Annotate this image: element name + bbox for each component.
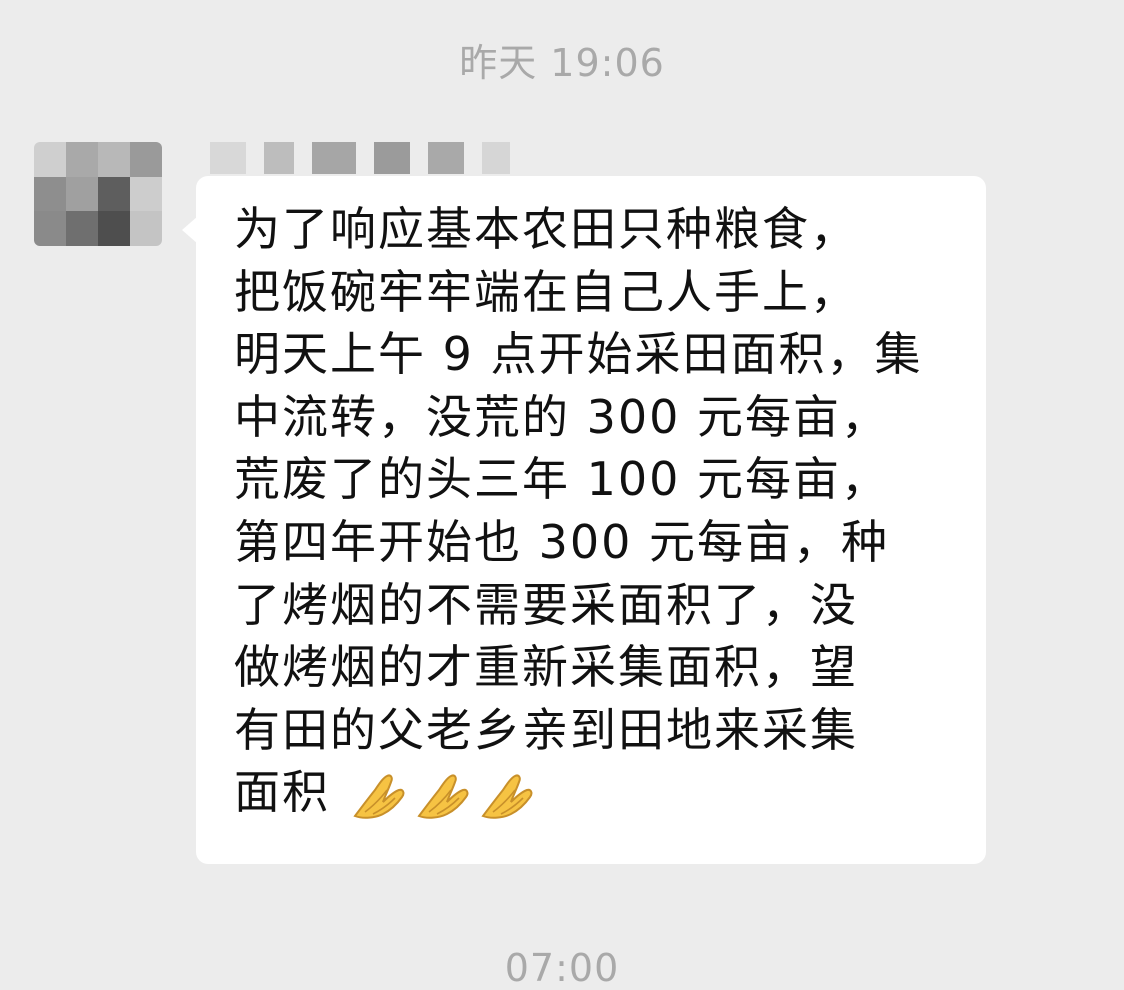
message-line: 为了响应基本农田只种粮食，	[234, 202, 858, 256]
message-line-last: 面积	[234, 761, 956, 824]
timestamp-bottom: 07:00	[504, 946, 620, 990]
message-line: 做烤烟的才重新采集面积，望	[234, 640, 858, 695]
folded-hands-icon	[353, 774, 405, 819]
message-line-text: 面积	[234, 765, 330, 820]
message-line: 明天上午 9 点开始采田面积，集	[234, 327, 923, 382]
folded-hands-icon	[481, 774, 533, 819]
message-line: 第四年开始也 300 元每亩，种	[234, 514, 890, 569]
message-line: 荒废了的头三年 100 元每亩，	[234, 452, 890, 507]
message-line: 有田的父老乡亲到田地来采集	[234, 702, 858, 757]
message-line: 中流转，没荒的 300 元每亩，	[234, 389, 890, 444]
emoji-group	[351, 772, 543, 820]
avatar[interactable]	[34, 142, 162, 246]
incoming-message-row: 为了响应基本农田只种粮食， 把饭碗牢牢端在自己人手上， 明天上午 9 点开始采田…	[0, 130, 1124, 890]
timestamp-top: 昨天 19:06	[459, 41, 665, 85]
sender-nickname	[210, 142, 528, 176]
message-line: 把饭碗牢牢端在自己人手上，	[234, 264, 858, 319]
message-line: 了烤烟的不需要采面积了，没	[234, 577, 858, 632]
message-bubble[interactable]: 为了响应基本农田只种粮食， 把饭碗牢牢端在自己人手上， 明天上午 9 点开始采田…	[196, 176, 986, 864]
folded-hands-icon	[417, 774, 469, 819]
